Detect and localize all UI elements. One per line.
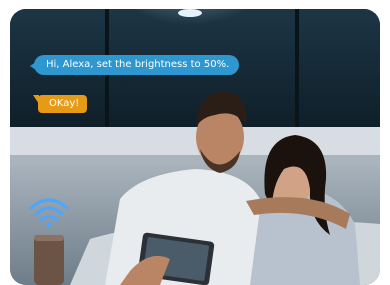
smart-speaker	[34, 235, 64, 285]
user-message-bubble: Hi, Alexa, set the brightness to 50%.	[29, 55, 240, 75]
assistant-reply-bubble: OKay!	[32, 95, 88, 113]
headboard	[10, 127, 380, 157]
bedroom-photo	[10, 9, 380, 285]
photo-illustration	[10, 9, 380, 285]
smart-speaker-top	[34, 235, 64, 241]
ceiling-light	[178, 9, 202, 17]
